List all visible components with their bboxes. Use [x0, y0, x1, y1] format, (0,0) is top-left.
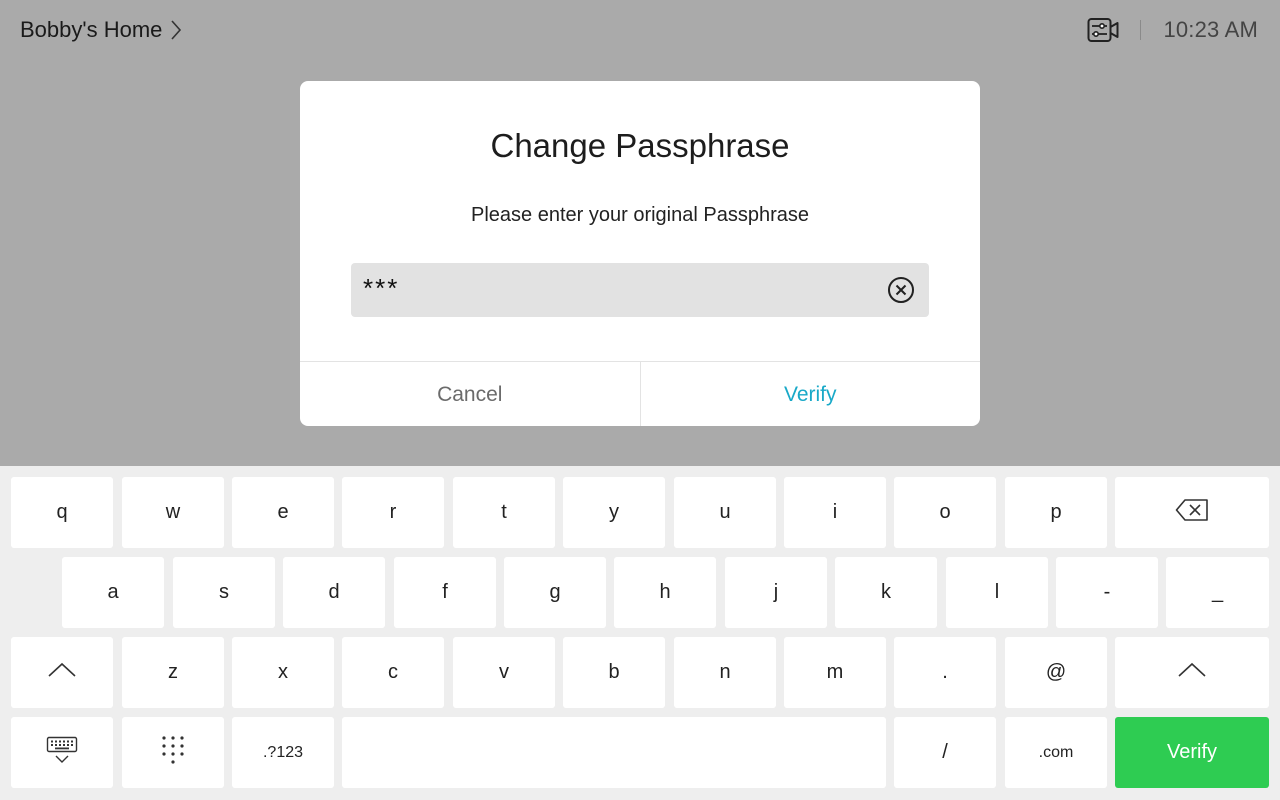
backspace-icon	[1175, 498, 1209, 528]
key-p[interactable]: p	[1005, 477, 1107, 548]
key-period[interactable]: .	[894, 637, 996, 708]
passphrase-input[interactable]: ***	[351, 263, 929, 317]
key-j[interactable]: j	[725, 557, 827, 628]
keyboard-verify-button[interactable]: Verify	[1115, 717, 1269, 788]
keyboard-hide-icon	[46, 736, 78, 770]
key-h[interactable]: h	[614, 557, 716, 628]
home-name: Bobby's Home	[20, 17, 163, 42]
key-l[interactable]: l	[946, 557, 1048, 628]
camera-settings-icon[interactable]	[1086, 16, 1120, 44]
key-n[interactable]: n	[674, 637, 776, 708]
header-divider	[1140, 20, 1142, 40]
key-underscore[interactable]: _	[1166, 557, 1269, 628]
change-passphrase-dialog: Change Passphrase Please enter your orig…	[300, 81, 980, 426]
breadcrumb-home[interactable]: Bobby's Home	[20, 16, 184, 44]
shift-key-left[interactable]	[11, 637, 113, 708]
shift-key-right[interactable]	[1115, 637, 1269, 708]
key-v[interactable]: v	[453, 637, 555, 708]
dialog-message: Please enter your original Passphrase	[471, 204, 809, 226]
hide-keyboard-key[interactable]	[11, 717, 113, 788]
key-u[interactable]: u	[674, 477, 776, 548]
key-s[interactable]: s	[173, 557, 275, 628]
key-k[interactable]: k	[835, 557, 937, 628]
key-q[interactable]: q	[11, 477, 113, 548]
key-f[interactable]: f	[394, 557, 496, 628]
key-b[interactable]: b	[563, 637, 665, 708]
numpad-key[interactable]	[122, 717, 224, 788]
key-c[interactable]: c	[342, 637, 444, 708]
dot-grid-icon	[161, 735, 185, 771]
key-x[interactable]: x	[232, 637, 334, 708]
key-a[interactable]: a	[62, 557, 164, 628]
cancel-button[interactable]: Cancel	[300, 362, 641, 426]
key-dotcom[interactable]: .com	[1005, 717, 1107, 788]
on-screen-keyboard: q w e r t y u i o p a s d f g h j k l - …	[0, 466, 1280, 800]
key-w[interactable]: w	[122, 477, 224, 548]
key-e[interactable]: e	[232, 477, 334, 548]
verify-button[interactable]: Verify	[641, 362, 981, 426]
key-z[interactable]: z	[122, 637, 224, 708]
key-i[interactable]: i	[784, 477, 886, 548]
shift-up-icon	[47, 661, 77, 684]
key-hyphen[interactable]: -	[1056, 557, 1158, 628]
dialog-title: Change Passphrase	[490, 127, 790, 164]
key-m[interactable]: m	[784, 637, 886, 708]
key-y[interactable]: y	[563, 477, 665, 548]
space-key[interactable]	[342, 717, 886, 788]
key-slash[interactable]: /	[894, 717, 996, 788]
passphrase-value: ***	[363, 273, 400, 303]
chevron-right-icon	[170, 19, 184, 41]
key-g[interactable]: g	[504, 557, 606, 628]
clock: 10:23 AM	[1163, 17, 1258, 42]
symbols-key[interactable]: .?123	[232, 717, 334, 788]
clear-icon[interactable]	[887, 276, 915, 304]
key-at[interactable]: @	[1005, 637, 1107, 708]
key-d[interactable]: d	[283, 557, 385, 628]
backspace-key[interactable]	[1115, 477, 1269, 548]
shift-up-icon	[1177, 661, 1207, 684]
key-t[interactable]: t	[453, 477, 555, 548]
key-r[interactable]: r	[342, 477, 444, 548]
key-o[interactable]: o	[894, 477, 996, 548]
